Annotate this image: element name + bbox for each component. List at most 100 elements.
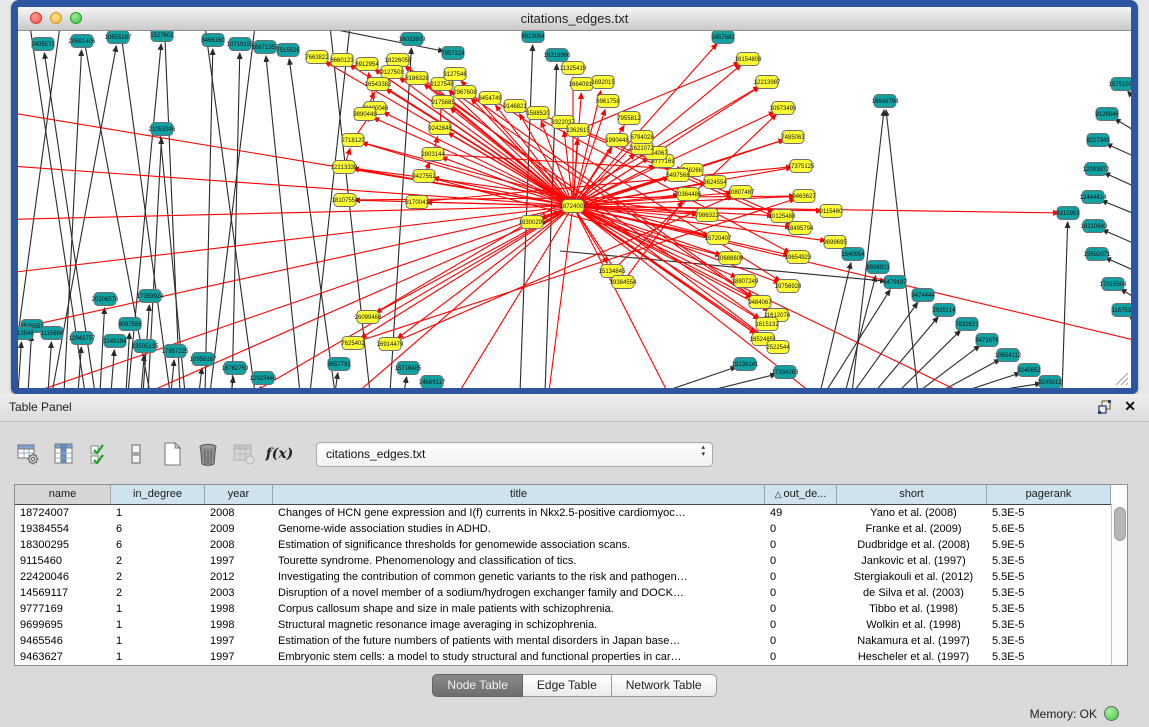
graph-node-label: 9427552 (412, 174, 436, 180)
table-cell: 9699695 (15, 617, 111, 633)
tab-network-table[interactable]: Network Table (612, 674, 717, 697)
graph-node-label: 20691406 (69, 39, 96, 45)
graph-edge (1102, 230, 1131, 246)
table-select-dropdown[interactable]: citations_edges.txt ▴▾ (316, 442, 713, 467)
status-bar: Memory: OK (0, 700, 1149, 727)
table-cell: 5.3E-5 (987, 601, 1111, 617)
table-options-icon[interactable] (14, 440, 41, 468)
graph-edge (390, 48, 411, 388)
graph-node-label: 9857791 (327, 362, 351, 368)
table-scrollbar[interactable] (1111, 504, 1127, 665)
graph-node-label: 18300295 (519, 220, 546, 226)
graph-node-label: 2967608 (453, 90, 477, 96)
table-row[interactable]: 977716911998Corpus callosum shape and si… (15, 601, 1127, 617)
import-table-icon[interactable] (230, 440, 257, 468)
graph-node-label: 17375125 (788, 164, 815, 170)
function-fx-icon[interactable]: f(x) (266, 440, 293, 468)
graph-node-label: 10655287 (105, 35, 132, 41)
graph-node-label: 9245652 (1017, 368, 1041, 374)
graph-node-label: 17334263 (772, 370, 799, 376)
table-cell: 5.3E-5 (987, 553, 1111, 569)
graph-node-label: 2405572 (31, 42, 55, 48)
graph-edge (1115, 119, 1131, 134)
graph-node-label: 8813054 (521, 34, 545, 40)
table-tabs: Node TableEdge TableNetwork Table (0, 674, 1149, 697)
citation-network-graph[interactable]: 1872400786601238912954182260589127508165… (18, 31, 1131, 388)
graph-node-label: 16648794 (872, 99, 899, 105)
window-title: citations_edges.txt (18, 11, 1131, 26)
graph-node-label: 8454749 (478, 96, 502, 102)
graph-node-label: 16210643 (1081, 224, 1108, 230)
column-visibility-icon[interactable] (50, 440, 77, 468)
trash-icon[interactable] (194, 440, 221, 468)
column-header-out_de[interactable]: △out_de... (765, 485, 837, 504)
selection-check-icon[interactable] (86, 440, 113, 468)
scrollbar-thumb[interactable] (1114, 507, 1126, 541)
graph-node-label: 9129946 (1095, 112, 1119, 118)
graph-node-label: 6497568 (666, 173, 690, 179)
graph-node-label: 12942757 (69, 336, 96, 342)
graph-node-label: 10807487 (728, 190, 755, 196)
column-header-in_degree[interactable]: in_degree (111, 485, 205, 504)
table-row[interactable]: 1872400712008Changes of HCN gene express… (15, 505, 1127, 521)
table-cell: Estimation of the future numbers of pati… (273, 633, 765, 649)
graph-node-label: 17016504 (1100, 282, 1127, 288)
graph-edge (18, 206, 573, 221)
graph-node-label: 10125488 (769, 214, 796, 220)
graph-edge (205, 49, 213, 388)
table-cell: Franke et al. (2009) (837, 521, 987, 537)
close-panel-icon[interactable]: ✕ (1124, 398, 1136, 415)
table-cell: Structural magnetic resonance image aver… (273, 617, 765, 633)
graph-edge (1104, 173, 1131, 189)
column-header-pagerank[interactable]: pagerank (987, 485, 1111, 504)
table-row[interactable]: 911546021997Tourette syndrome. Phenomeno… (15, 553, 1127, 569)
graph-node-label: 2803144 (421, 152, 445, 158)
graph-node-label: 7515526 (276, 48, 300, 54)
table-row[interactable]: 1456911722003Disruption of a novel membe… (15, 585, 1127, 601)
graph-node-label: 18495794 (787, 226, 814, 232)
table-row[interactable]: 2242004622012Investigating the contribut… (15, 569, 1127, 585)
row-height-icon[interactable] (122, 440, 149, 468)
column-header-name[interactable]: name (15, 485, 111, 504)
graph-edge (335, 373, 338, 388)
table-cell: Investigating the contribution of common… (273, 569, 765, 585)
table-cell: 5.3E-5 (987, 617, 1111, 633)
table-row[interactable]: 1938455462009Genome-wide association stu… (15, 521, 1127, 537)
table-cell: 1998 (205, 601, 273, 617)
table-row[interactable]: 946362711997Embryonic stem cells: a mode… (15, 649, 1127, 665)
table-cell: 9115460 (15, 553, 111, 569)
tab-edge-table[interactable]: Edge Table (523, 674, 612, 697)
graph-edge (310, 31, 350, 388)
memory-status-indicator[interactable] (1104, 706, 1119, 721)
table-cell: 1998 (205, 617, 273, 633)
table-row[interactable]: 946554611997Estimation of the future num… (15, 633, 1127, 649)
tab-node-table[interactable]: Node Table (432, 674, 523, 697)
network-canvas[interactable]: 1872400786601238912954182260589127508165… (18, 31, 1131, 388)
graph-node-label: 1167533 (1112, 308, 1131, 314)
graph-node-label: 8186328 (405, 76, 429, 82)
graph-node-label: 3913546 (18, 331, 34, 337)
graph-node-label: 2457682 (711, 35, 735, 41)
table-cell: 2 (111, 569, 205, 585)
graph-edge (959, 373, 1020, 388)
table-row[interactable]: 1830029562008Estimation of significance … (15, 537, 1127, 553)
graph-edge (390, 196, 733, 344)
table-cell: 1 (111, 649, 205, 665)
table-row[interactable]: 969969511998Structural magnetic resonanc… (15, 617, 1127, 633)
window-titlebar[interactable]: citations_edges.txt (18, 7, 1131, 31)
graph-node-label: 1145194 (104, 339, 128, 345)
graph-node-label: 1615132 (755, 322, 779, 328)
column-header-short[interactable]: short (837, 485, 987, 504)
table-cell: Tibbo et al. (1998) (837, 601, 987, 617)
graph-edge (48, 342, 51, 388)
network-view-window: citations_edges.txt 18724007866012389129… (11, 0, 1138, 394)
canvas-resize-grip[interactable] (1116, 373, 1128, 385)
table-cell: 2003 (205, 585, 273, 601)
column-header-year[interactable]: year (205, 485, 273, 504)
new-file-icon[interactable] (158, 440, 185, 468)
graph-edge (170, 206, 573, 388)
float-panel-icon[interactable] (1097, 399, 1113, 415)
column-header-title[interactable]: title (273, 485, 765, 504)
table-cell: 0 (765, 585, 837, 601)
table-body: 1872400712008Changes of HCN gene express… (15, 505, 1127, 665)
